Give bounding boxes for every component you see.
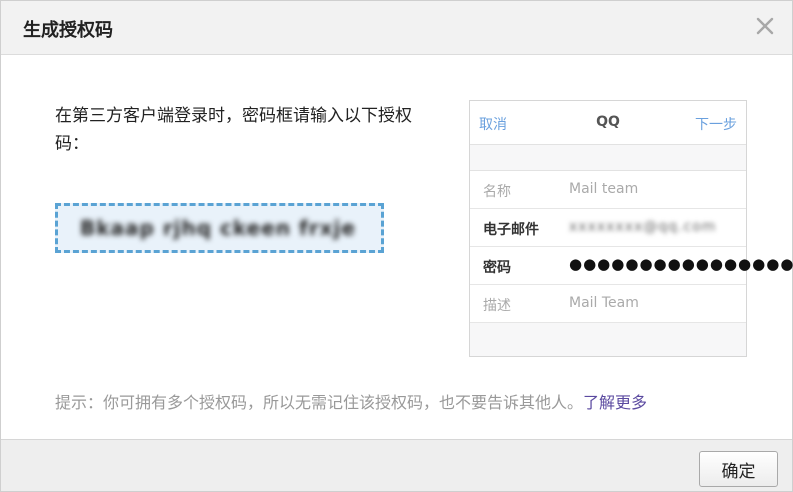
auth-code-value[interactable]: Bkaap rjhq ckeen frxje: [80, 216, 356, 240]
row-label: 名称: [483, 184, 511, 200]
learn-more-link[interactable]: 了解更多: [583, 393, 647, 412]
phone-nav-cancel: 取消: [479, 117, 507, 133]
row-value: xxxxxxxx@qq.com: [569, 219, 717, 235]
tip-message: 提示：你可拥有多个授权码，所以无需记住该授权码，也不要告诉其他人。: [55, 393, 584, 412]
confirm-button[interactable]: 确定: [699, 451, 778, 487]
dialog-header: 生成授权码: [1, 1, 792, 55]
phone-account-list: 名称 Mail team 电子邮件 xxxxxxxx@qq.com 密码 ●●●…: [470, 170, 793, 323]
row-value: Mail team: [569, 181, 639, 197]
row-label: 密码: [483, 260, 511, 276]
phone-nav-bar: QQ 取消 下一步: [470, 101, 746, 145]
dialog-footer: 确定: [1, 439, 792, 491]
list-item-email: 电子邮件 xxxxxxxx@qq.com: [470, 209, 746, 247]
auth-code-box[interactable]: Bkaap rjhq ckeen frxje: [55, 203, 384, 253]
row-value: Mail Team: [569, 295, 639, 311]
list-item-name: 名称 Mail team: [470, 171, 746, 209]
row-label: 电子邮件: [483, 222, 539, 238]
close-icon: [756, 17, 774, 35]
list-item-description: 描述 Mail Team: [470, 285, 746, 323]
phone-preview: QQ 取消 下一步 名称 Mail team 电子邮件 xxxxxxxx@qq.…: [469, 100, 793, 357]
dialog-title: 生成授权码: [23, 20, 113, 41]
generate-auth-code-dialog: 生成授权码 在第三方客户端登录时，密码框请输入以下授权码： Bkaap rjhq…: [0, 0, 793, 492]
close-button[interactable]: [752, 13, 778, 39]
tip-text: 提示：你可拥有多个授权码，所以无需记住该授权码，也不要告诉其他人。了解更多: [55, 389, 647, 413]
row-value: ●●●●●●●●●●●●●●●●: [569, 255, 793, 273]
list-item-password: 密码 ●●●●●●●●●●●●●●●●: [470, 247, 793, 285]
phone-nav-next: 下一步: [695, 117, 737, 133]
instruction-text: 在第三方客户端登录时，密码框请输入以下授权码：: [55, 106, 412, 154]
row-label: 描述: [483, 298, 511, 314]
